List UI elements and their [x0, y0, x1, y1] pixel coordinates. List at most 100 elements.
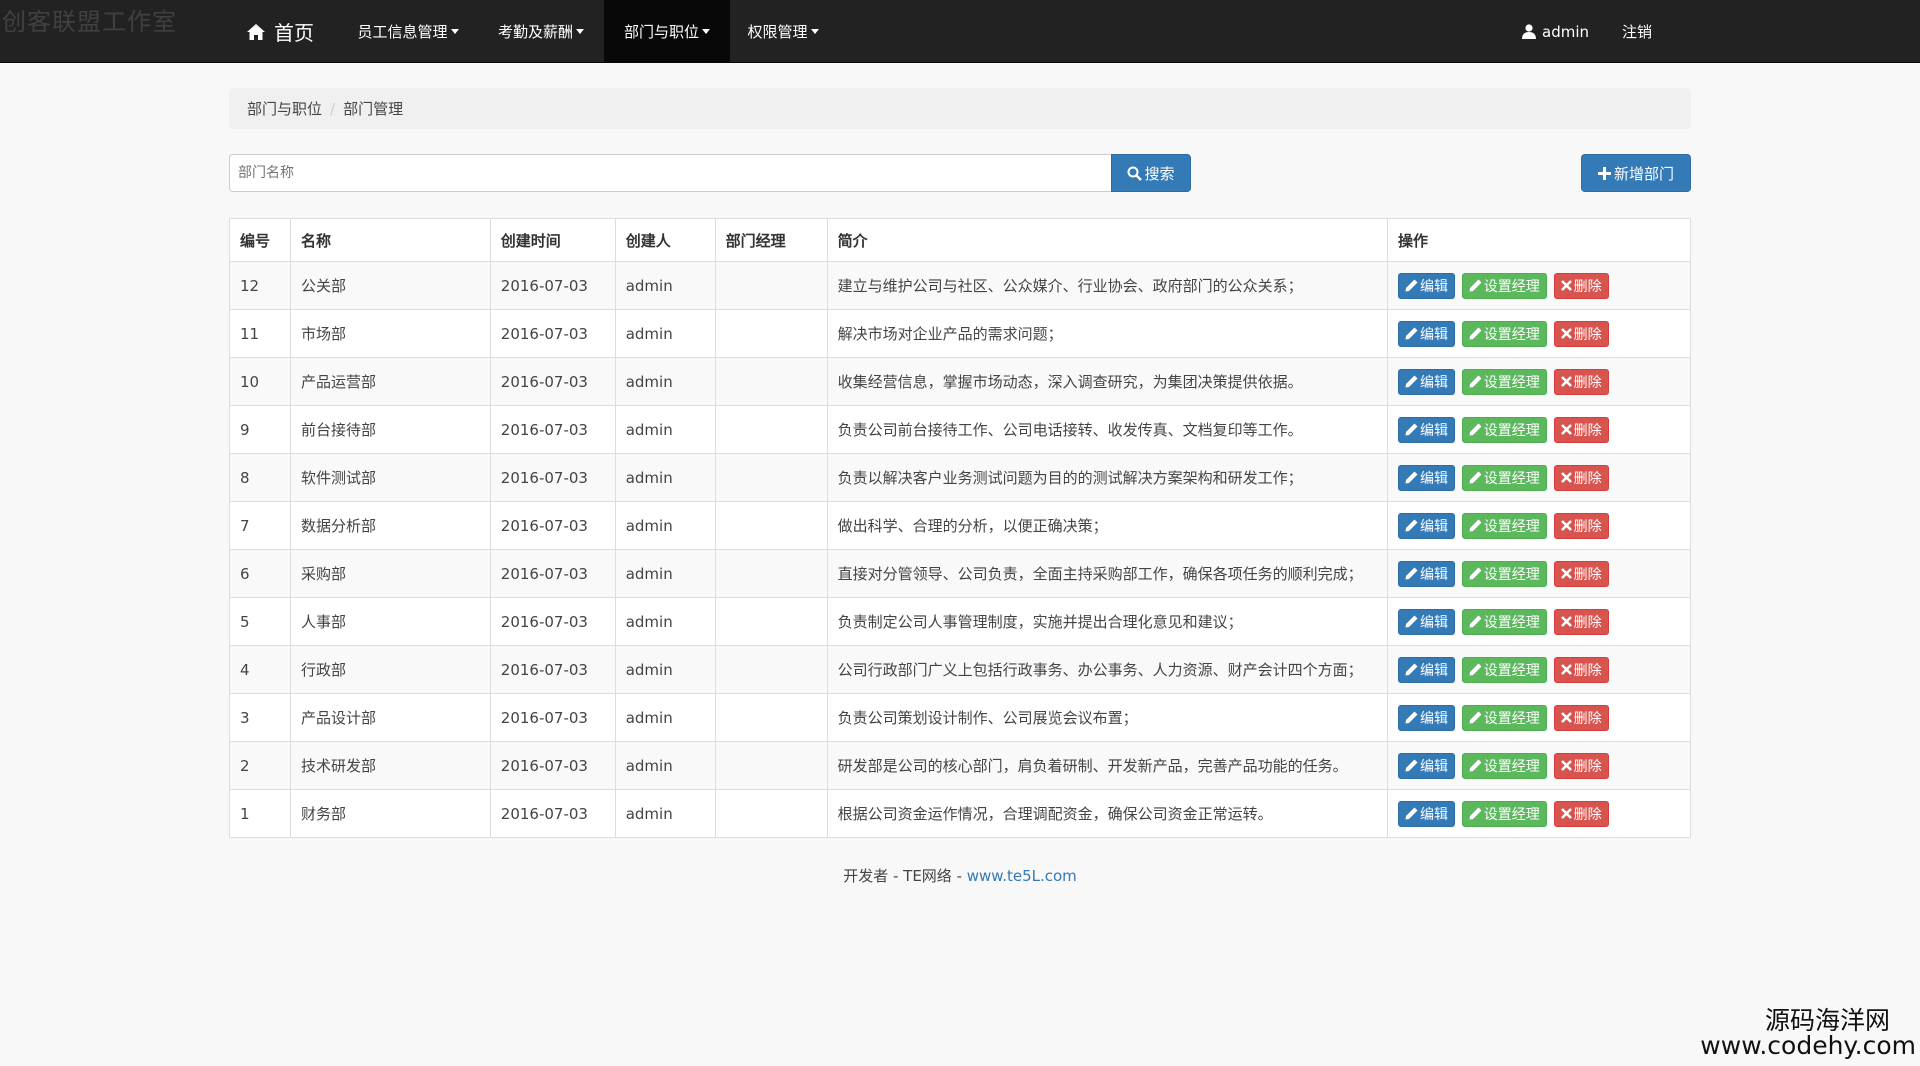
close-icon	[1560, 808, 1572, 819]
cell-desc: 直接对分管领导、公司负责，全面主持采购部工作，确保各项任务的顺利完成；	[826, 549, 1389, 598]
chevron-down-icon	[576, 29, 584, 34]
cell-manager	[714, 309, 828, 358]
set-manager-button[interactable]: 设置经理	[1461, 608, 1547, 635]
cell-actions: 编辑 设置经理 删除	[1387, 789, 1691, 838]
cell-created: 2016-07-03	[489, 549, 616, 598]
logout-link[interactable]: 注销	[1622, 0, 1652, 63]
cell-name: 行政部	[289, 645, 491, 694]
edit-label: 编辑	[1420, 518, 1449, 535]
nav-item-attendance-salary[interactable]: 考勤及薪酬	[481, 0, 601, 63]
chevron-down-icon	[450, 29, 459, 34]
edit-button[interactable]: 编辑	[1398, 608, 1456, 635]
cell-id: 9	[229, 405, 291, 454]
edit-button[interactable]: 编辑	[1398, 464, 1456, 491]
search-button[interactable]: 搜索	[1111, 154, 1191, 192]
breadcrumb-parent[interactable]: 部门与职位	[247, 98, 322, 119]
set-manager-button[interactable]: 设置经理	[1461, 464, 1547, 491]
cell-manager	[714, 453, 828, 502]
edit-button[interactable]: 编辑	[1398, 416, 1456, 443]
set-manager-button[interactable]: 设置经理	[1461, 416, 1547, 443]
cell-id: 2	[229, 741, 291, 790]
cell-desc: 做出科学、合理的分析，以便正确决策；	[826, 501, 1389, 550]
delete-button[interactable]: 删除	[1553, 416, 1609, 443]
edit-button[interactable]: 编辑	[1398, 368, 1456, 395]
delete-button[interactable]: 删除	[1553, 608, 1609, 635]
cell-created: 2016-07-03	[489, 405, 616, 454]
cell-name: 软件测试部	[289, 453, 491, 502]
delete-button[interactable]: 删除	[1553, 752, 1609, 779]
pencil-icon	[1469, 567, 1482, 580]
cell-actions: 编辑 设置经理 删除	[1387, 309, 1691, 358]
set-manager-button[interactable]: 设置经理	[1461, 512, 1547, 539]
delete-button[interactable]: 删除	[1553, 704, 1609, 731]
pencil-icon	[1405, 327, 1418, 340]
set-manager-button[interactable]: 设置经理	[1461, 704, 1547, 731]
search-input[interactable]	[229, 154, 1112, 192]
cell-desc: 负责公司策划设计制作、公司展览会议布置；	[826, 693, 1389, 742]
delete-button[interactable]: 删除	[1553, 800, 1609, 827]
cell-manager	[714, 357, 828, 406]
cell-created: 2016-07-03	[489, 741, 616, 790]
delete-button[interactable]: 删除	[1553, 560, 1609, 587]
close-icon	[1560, 424, 1572, 435]
edit-button[interactable]: 编辑	[1398, 560, 1456, 587]
cell-id: 12	[229, 261, 291, 310]
nav-item-department-position[interactable]: 部门与职位	[604, 0, 730, 63]
cell-manager	[714, 645, 828, 694]
set-manager-label: 设置经理	[1483, 278, 1540, 295]
pencil-icon	[1469, 615, 1482, 628]
edit-label: 编辑	[1420, 326, 1449, 343]
cell-desc: 根据公司资金运作情况，合理调配资金，确保公司资金正常运转。	[826, 789, 1389, 838]
cell-manager	[714, 693, 828, 742]
delete-button[interactable]: 删除	[1553, 464, 1609, 491]
cell-actions: 编辑 设置经理 删除	[1387, 549, 1691, 598]
edit-button[interactable]: 编辑	[1398, 272, 1456, 299]
edit-button[interactable]: 编辑	[1398, 656, 1456, 683]
set-manager-label: 设置经理	[1483, 614, 1540, 631]
delete-label: 删除	[1573, 470, 1602, 487]
nav-user[interactable]: admin	[1522, 0, 1589, 63]
edit-button[interactable]: 编辑	[1398, 704, 1456, 731]
delete-button[interactable]: 删除	[1553, 368, 1609, 395]
edit-button[interactable]: 编辑	[1398, 800, 1456, 827]
edit-label: 编辑	[1420, 374, 1449, 391]
cell-desc: 收集经营信息，掌握市场动态，深入调查研究，为集团决策提供依据。	[826, 357, 1389, 406]
nav-item-label: 部门与职位	[623, 23, 699, 41]
delete-button[interactable]: 删除	[1553, 512, 1609, 539]
close-icon	[1560, 376, 1572, 387]
set-manager-button[interactable]: 设置经理	[1461, 656, 1547, 683]
cell-creator: admin	[614, 741, 716, 790]
edit-button[interactable]: 编辑	[1398, 320, 1456, 347]
cell-created: 2016-07-03	[489, 645, 616, 694]
header-id: 编号	[229, 218, 291, 262]
cell-name: 公关部	[289, 261, 491, 310]
table-row: 5 人事部 2016-07-03 admin 负责制定公司人事管理制度，实施并提…	[229, 597, 1691, 646]
delete-label: 删除	[1573, 374, 1602, 391]
chevron-down-icon	[702, 29, 710, 34]
delete-button[interactable]: 删除	[1553, 656, 1609, 683]
set-manager-button[interactable]: 设置经理	[1461, 752, 1547, 779]
edit-button[interactable]: 编辑	[1398, 752, 1456, 779]
delete-label: 删除	[1573, 326, 1602, 343]
nav-home[interactable]: 首页	[246, 0, 314, 63]
set-manager-button[interactable]: 设置经理	[1461, 272, 1547, 299]
delete-button[interactable]: 删除	[1553, 320, 1609, 347]
pencil-icon	[1405, 807, 1418, 820]
cell-manager	[714, 741, 828, 790]
set-manager-button[interactable]: 设置经理	[1461, 320, 1547, 347]
set-manager-button[interactable]: 设置经理	[1461, 800, 1547, 827]
cell-id: 7	[229, 501, 291, 550]
cell-desc: 公司行政部门广义上包括行政事务、办公事务、人力资源、财产会计四个方面；	[826, 645, 1389, 694]
header-manager: 部门经理	[714, 218, 828, 262]
edit-label: 编辑	[1420, 614, 1449, 631]
table-row: 4 行政部 2016-07-03 admin 公司行政部门广义上包括行政事务、办…	[229, 645, 1691, 694]
set-manager-button[interactable]: 设置经理	[1461, 368, 1547, 395]
cell-name: 产品运营部	[289, 357, 491, 406]
nav-item-permission[interactable]: 权限管理	[733, 0, 833, 63]
footer-link[interactable]: www.te5L.com	[967, 867, 1077, 885]
set-manager-button[interactable]: 设置经理	[1461, 560, 1547, 587]
add-department-button[interactable]: 新增部门	[1581, 154, 1691, 192]
edit-button[interactable]: 编辑	[1398, 512, 1456, 539]
delete-button[interactable]: 删除	[1553, 272, 1609, 299]
nav-item-employee-info[interactable]: 员工信息管理	[343, 0, 473, 63]
